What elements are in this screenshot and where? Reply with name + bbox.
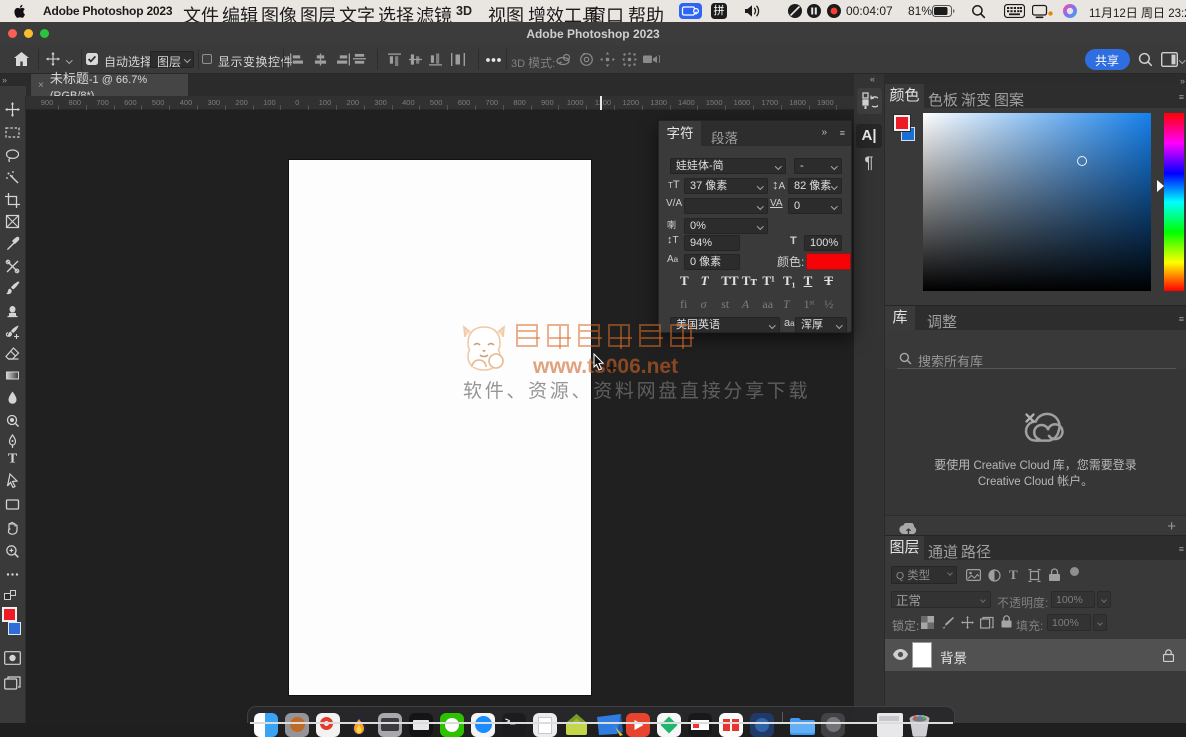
svg-text:T: T bbox=[8, 452, 18, 466]
